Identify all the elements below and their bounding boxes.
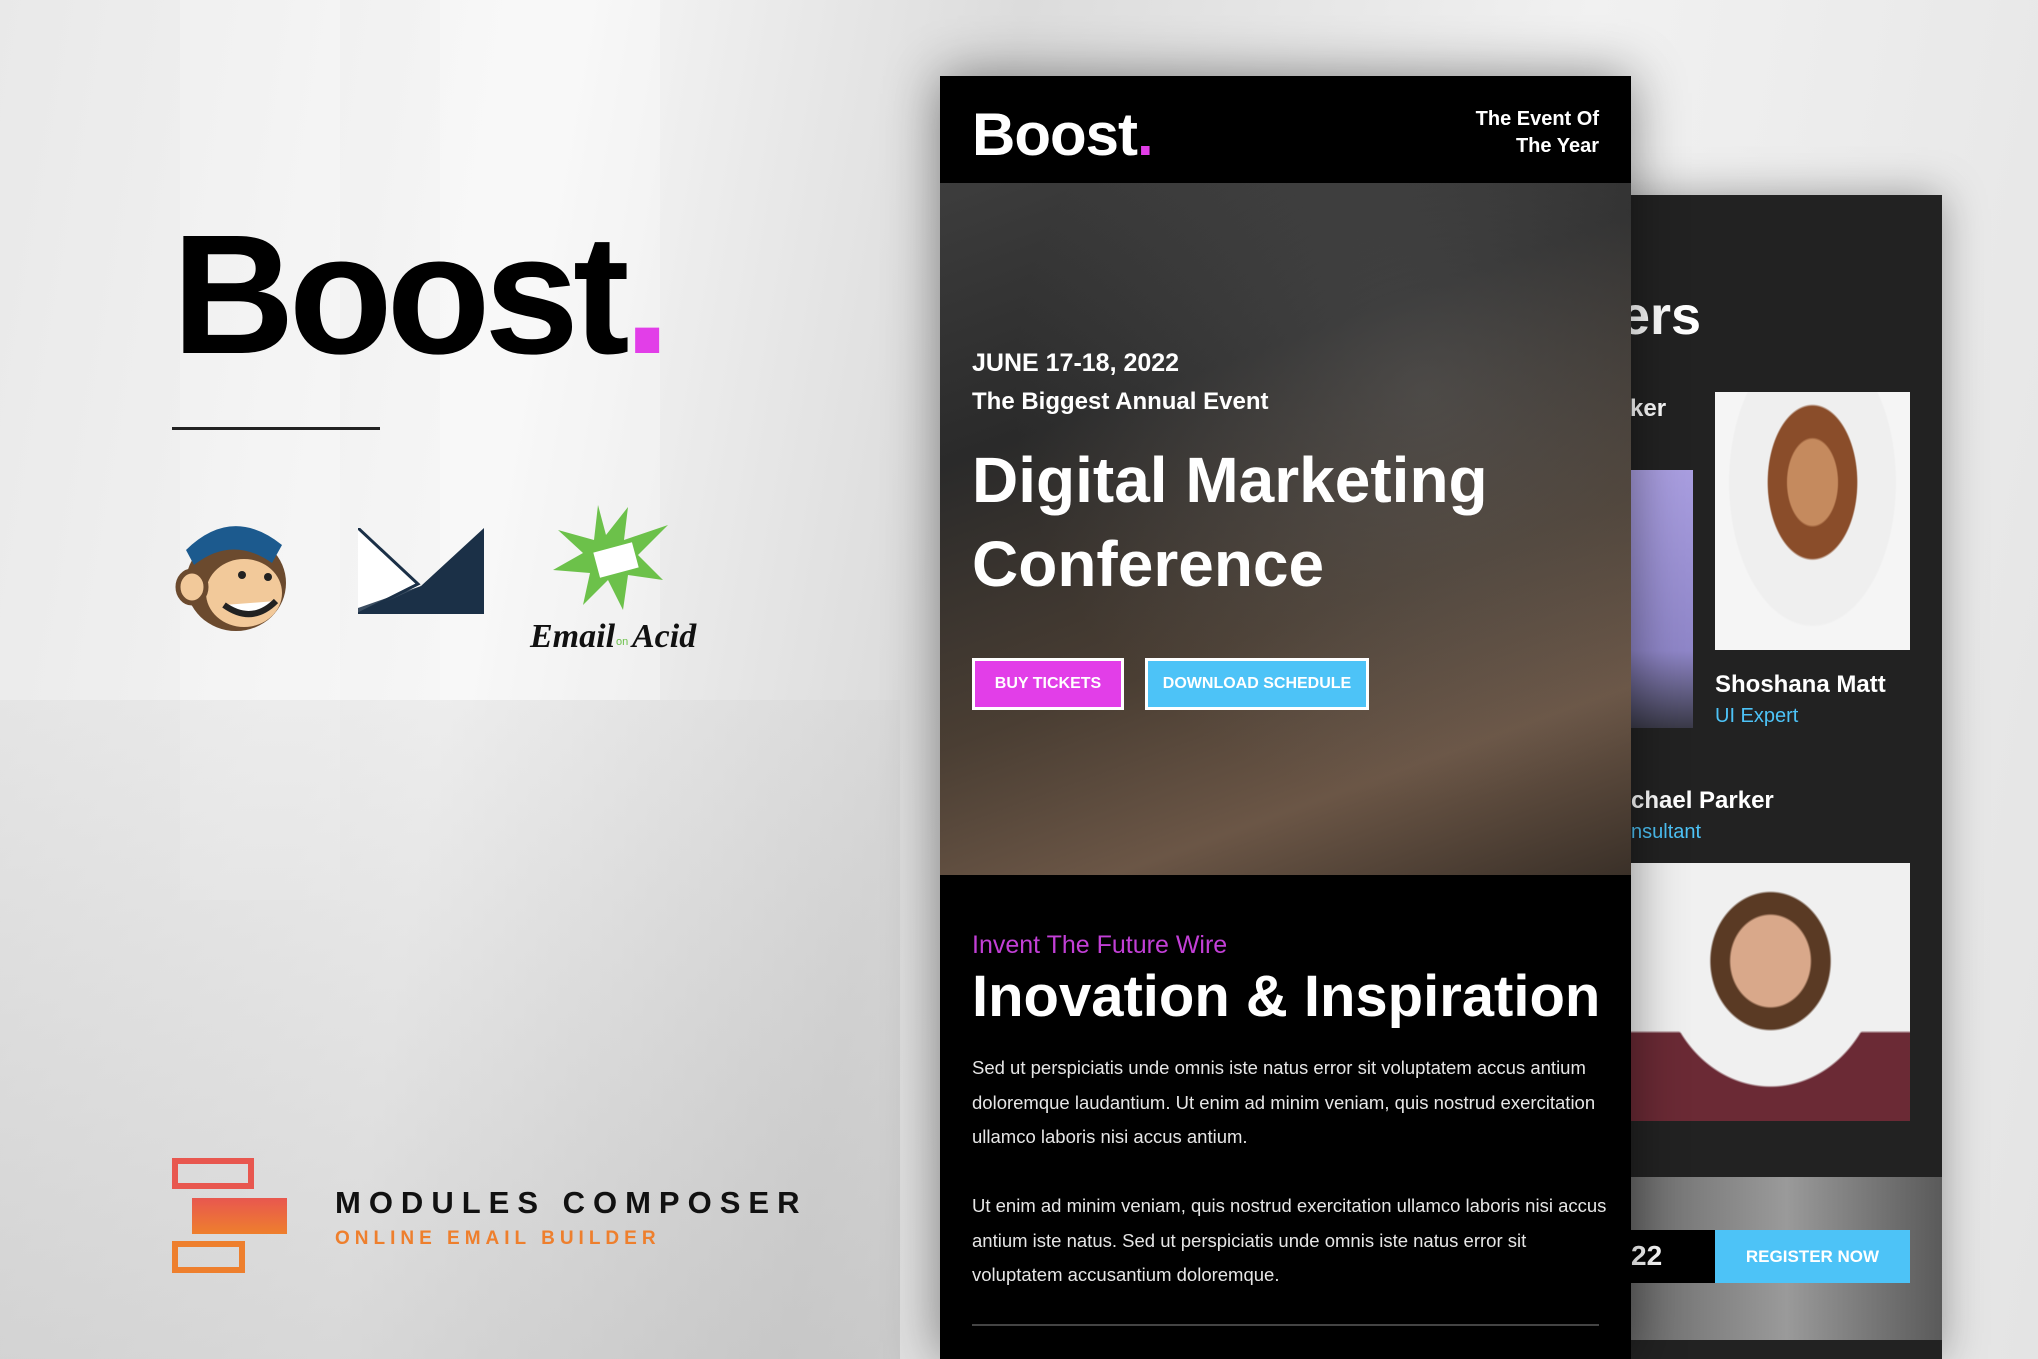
buy-tickets-button[interactable]: BUY TICKETS (972, 658, 1124, 710)
download-schedule-button[interactable]: DOWNLOAD SCHEDULE (1145, 658, 1369, 710)
speaker-name: Shoshana Matt (1715, 671, 1886, 698)
hero-title: Digital Marketing Conference (972, 444, 1488, 600)
email-preview-front: Boost. The Event Of The Year JUNE 17-18, … (940, 76, 1631, 1359)
email-on-acid-logo-icon: Email on Acid (528, 485, 708, 660)
speaker-role: nsultant (1631, 821, 1702, 843)
hero-subtitle: The Biggest Annual Event (972, 388, 1269, 415)
divider (172, 427, 380, 430)
intro-heading: Inovation & Inspiration (972, 964, 1601, 1029)
header-logo: Boost. (972, 101, 1154, 168)
hero-date: JUNE 17-18, 2022 (972, 349, 1180, 377)
speaker-photo-michael (1631, 863, 1910, 1121)
intro-paragraph: Ut enim ad minim veniam, quis nostrud ex… (972, 1195, 1607, 1285)
speaker-photo (1631, 470, 1693, 728)
intro-paragraph: Sed ut perspiciatis unde omnis iste natu… (972, 1057, 1596, 1147)
divider (972, 1324, 1599, 1326)
modules-composer-title: MODULES COMPOSER (335, 1185, 808, 1220)
hero-section: JUNE 17-18, 2022 The Biggest Annual Even… (940, 183, 1631, 875)
svg-text:Email: Email (529, 618, 616, 655)
event-date-partial: 22 (1631, 1240, 1663, 1271)
speakers-subtitle: ker (1630, 395, 1667, 422)
speaker-photo-shoshana (1715, 392, 1910, 650)
email-preview-back: ers ker Shoshana Matt UI Expert chael Pa… (1600, 195, 1942, 1359)
brand-logo: Boost. (172, 200, 671, 390)
mailchimp-logo-icon (172, 505, 298, 640)
speakers-title: ers (1620, 286, 1702, 346)
speaker-name: chael Parker (1631, 787, 1774, 814)
svg-text:on: on (616, 636, 628, 648)
svg-text:Acid: Acid (630, 618, 697, 655)
register-now-button[interactable]: REGISTER NOW (1715, 1230, 1910, 1283)
modules-composer-logo-icon (172, 1158, 287, 1278)
intro-kicker: Invent The Future Wire (972, 931, 1228, 959)
header-tagline: The Event Of The Year (1475, 108, 1599, 157)
background-office (0, 700, 900, 1359)
speaker-role: UI Expert (1715, 705, 1799, 727)
campaign-monitor-logo-icon (356, 526, 484, 619)
modules-composer-subtitle: ONLINE EMAIL BUILDER (335, 1228, 661, 1249)
